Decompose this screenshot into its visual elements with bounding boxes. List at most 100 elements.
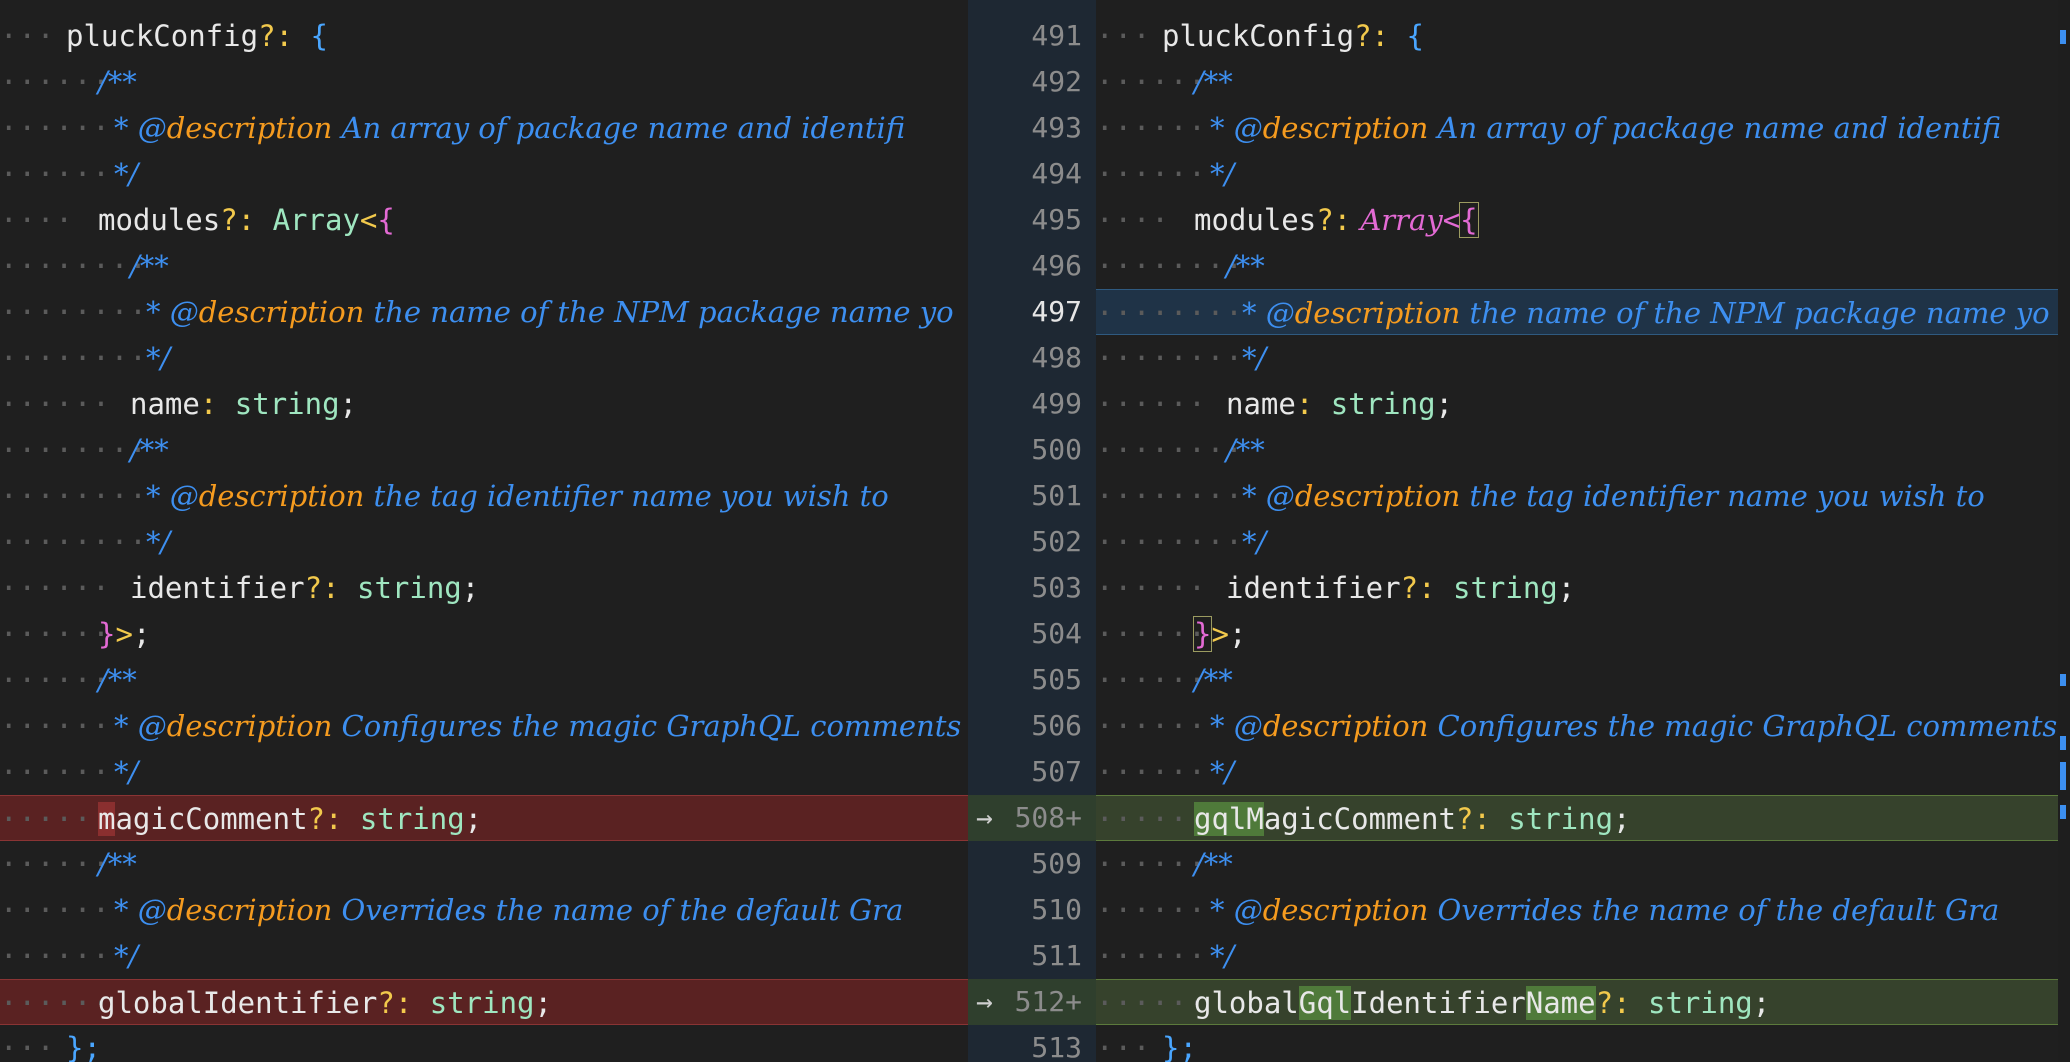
code-token: name bbox=[130, 387, 200, 421]
code-token: identifier bbox=[130, 571, 305, 605]
code-comment: * @ bbox=[146, 479, 199, 513]
overview-ruler[interactable] bbox=[2058, 0, 2070, 1062]
indent-dots: ········ bbox=[1096, 433, 1244, 467]
code-token: pluckConfig bbox=[66, 19, 259, 53]
code-token: ; bbox=[1752, 986, 1771, 1020]
code-line: ······ name: string; bbox=[1096, 381, 2058, 427]
line-number: 499 bbox=[1031, 387, 1082, 420]
indent-dots: ········ bbox=[1096, 249, 1244, 283]
diff-right-pane[interactable]: ··· pluckConfig?: { ······/** ······ * @d… bbox=[1096, 0, 2058, 1062]
code-token: ; bbox=[1557, 571, 1576, 605]
line-number: 496 bbox=[1031, 249, 1082, 282]
code-token: Array bbox=[1351, 203, 1443, 237]
code-token: modules bbox=[1194, 203, 1317, 237]
indent-dots: ······ bbox=[1096, 755, 1207, 789]
matched-bracket: } bbox=[1192, 616, 1213, 652]
code-token: string bbox=[217, 387, 340, 421]
code-line: ········ * @description the tag identifie… bbox=[0, 473, 968, 519]
code-line: ········ * @description the tag identifie… bbox=[1096, 473, 2058, 519]
code-comment: the tag identifier name you wish to bbox=[364, 479, 889, 513]
current-line[interactable]: ········ * @description the name of the N… bbox=[1096, 289, 2058, 335]
code-token: ?: bbox=[1400, 571, 1436, 605]
indent-dots: ······ bbox=[0, 571, 130, 605]
code-comment: * @ bbox=[114, 893, 167, 927]
line-number: 495 bbox=[1031, 203, 1082, 236]
code-comment: */ bbox=[1210, 939, 1235, 973]
code-token: ; bbox=[534, 986, 552, 1020]
code-line: ······ */ bbox=[1096, 933, 2058, 979]
ruler-marker bbox=[2060, 762, 2066, 790]
code-comment: * @ bbox=[114, 111, 167, 145]
code-comment: Overrides the name of the default Gra bbox=[332, 893, 904, 927]
code-line: ······ */ bbox=[1096, 749, 2058, 795]
changed-line-number[interactable]: → 508+ bbox=[968, 795, 1096, 841]
code-comment-tag: description bbox=[198, 479, 365, 513]
code-comment: /** bbox=[1226, 249, 1265, 283]
inserted-token: Gql bbox=[1298, 986, 1352, 1020]
code-line: ······ */ bbox=[1096, 151, 2058, 197]
code-comment-tag: description bbox=[1294, 479, 1461, 513]
deleted-line: ······ globalIdentifier?: string; bbox=[0, 979, 968, 1025]
indent-dots: ········ bbox=[1096, 479, 1244, 513]
indent-dots: ······ bbox=[0, 617, 111, 651]
revert-arrow-icon[interactable]: → bbox=[976, 979, 993, 1025]
indent-dots: ······ bbox=[1096, 571, 1226, 605]
diff-left-pane[interactable]: ··· pluckConfig?: { ······/** ······ * @d… bbox=[0, 0, 968, 1062]
code-line: ···· modules?: Array<{ bbox=[1096, 197, 2058, 243]
code-token: globalIdentifier bbox=[98, 986, 378, 1020]
indent-dots: ······ bbox=[1096, 709, 1207, 743]
code-token: ?: bbox=[220, 203, 256, 237]
indent-dots: ······ bbox=[0, 111, 111, 145]
line-number: 505 bbox=[1031, 663, 1082, 696]
code-line: ······ * @description Configures the magi… bbox=[1096, 703, 2058, 749]
code-line: ······/** bbox=[0, 657, 968, 703]
code-token: modules bbox=[98, 203, 221, 237]
code-token: ?: bbox=[1354, 19, 1389, 53]
code-comment: the name of the NPM package name yo bbox=[1460, 296, 2050, 330]
indent-dots: ········ bbox=[1096, 296, 1244, 330]
indent-dots: ······ bbox=[1096, 157, 1207, 191]
line-number: 492 bbox=[1031, 65, 1082, 98]
code-line: ······ name: string; bbox=[0, 381, 968, 427]
code-line: ········ */ bbox=[0, 335, 968, 381]
indent-dots: ······ bbox=[0, 986, 111, 1020]
code-token: ?: bbox=[304, 571, 340, 605]
code-line: ··· }; bbox=[0, 1025, 968, 1062]
ruler-marker bbox=[2060, 736, 2066, 750]
code-line: ······ identifier?: string; bbox=[0, 565, 968, 611]
code-comment-tag: description bbox=[166, 709, 333, 743]
code-comment: /** bbox=[98, 663, 137, 697]
changed-line-number[interactable]: → 512+ bbox=[968, 979, 1096, 1025]
code-line: ···· modules?: Array<{ bbox=[0, 197, 968, 243]
line-number-label: 512+ bbox=[1014, 985, 1082, 1018]
line-number: 513 bbox=[1031, 1031, 1082, 1062]
code-line: ······ * @description Configures the magi… bbox=[0, 703, 968, 749]
code-token: }; bbox=[1162, 1031, 1197, 1062]
indent-dots: ········ bbox=[0, 525, 148, 559]
code-comment: */ bbox=[1210, 755, 1235, 789]
code-token: ?: bbox=[307, 802, 343, 836]
indent-dots: ········ bbox=[0, 295, 148, 329]
code-token: { bbox=[1388, 19, 1424, 53]
code-token: > bbox=[1211, 617, 1229, 651]
code-comment-tag: description bbox=[1294, 296, 1461, 330]
code-token: > bbox=[115, 617, 133, 651]
line-number: 494 bbox=[1031, 157, 1082, 190]
code-token: ?: bbox=[258, 19, 293, 53]
indent-dots: ···· bbox=[1096, 203, 1189, 237]
revert-arrow-icon[interactable]: → bbox=[976, 795, 993, 841]
code-comment-tag: description bbox=[198, 295, 365, 329]
code-line: ······ */ bbox=[0, 749, 968, 795]
code-token: pluckConfig bbox=[1162, 19, 1355, 53]
code-token: ; bbox=[339, 387, 357, 421]
inserted-token: Name bbox=[1525, 986, 1596, 1020]
code-token: global bbox=[1194, 986, 1299, 1020]
added-line: ······ gqlMagicComment?: string; bbox=[1096, 795, 2058, 841]
code-line: ······ * @description Overrides the name … bbox=[0, 887, 968, 933]
indent-dots: ······ bbox=[1096, 893, 1207, 927]
indent-dots: ··· bbox=[0, 19, 74, 53]
indent-dots: ······ bbox=[1096, 387, 1226, 421]
indent-dots: ········ bbox=[0, 433, 148, 467]
code-comment: /** bbox=[98, 65, 137, 99]
indent-dots: ······ bbox=[0, 939, 111, 973]
